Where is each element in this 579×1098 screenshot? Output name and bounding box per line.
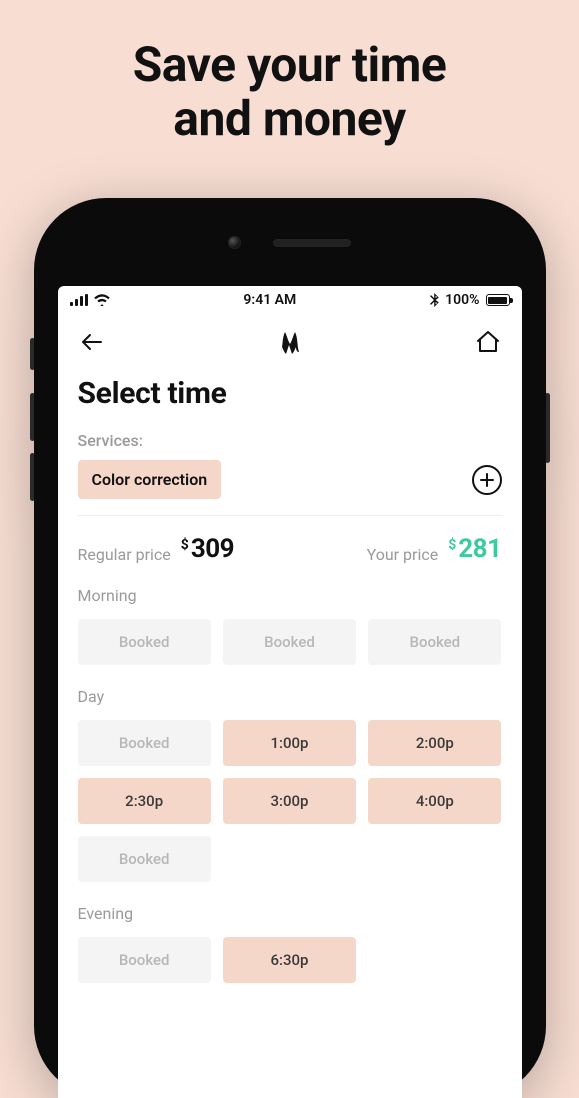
time-slot-booked: Booked [78, 619, 211, 665]
your-price-currency: $ [448, 537, 456, 553]
time-slot[interactable]: 1:00p [223, 720, 356, 766]
evening-section-label: Evening [78, 904, 502, 923]
hero-line2: and money [173, 90, 405, 147]
morning-section-label: Morning [78, 586, 502, 605]
services-label: Services: [78, 431, 502, 450]
hero-headline: Save your time and money [0, 0, 579, 146]
time-slot-booked: Booked [223, 619, 356, 665]
phone-speaker [273, 239, 351, 247]
home-button[interactable] [474, 328, 502, 356]
time-slot-booked: Booked [368, 619, 501, 665]
time-slot-booked: Booked [78, 836, 211, 882]
phone-camera [228, 236, 241, 249]
your-price-value: 281 [458, 534, 501, 564]
time-slot[interactable]: 2:30p [78, 778, 211, 824]
time-slot-booked: Booked [78, 720, 211, 766]
app-logo-icon [275, 327, 305, 357]
time-slot-booked: Booked [78, 937, 211, 983]
time-slot[interactable]: 3:00p [223, 778, 356, 824]
hero-line1: Save your time [133, 36, 446, 93]
back-button[interactable] [78, 328, 106, 356]
day-section-label: Day [78, 687, 502, 706]
time-slot[interactable]: 2:00p [368, 720, 501, 766]
nav-bar [58, 314, 522, 370]
cell-signal-icon [70, 294, 88, 306]
status-bar: 9:41 AM 100% [58, 286, 522, 314]
time-slot[interactable]: 4:00p [368, 778, 501, 824]
time-slot[interactable]: 6:30p [223, 937, 356, 983]
battery-percent: 100% [445, 292, 479, 308]
your-price-label: Your price [367, 545, 439, 564]
phone-frame: 9:41 AM 100% [34, 198, 546, 1098]
regular-price-value: 309 [191, 534, 234, 564]
battery-icon [486, 294, 510, 306]
day-slot-grid: Booked 1:00p 2:00p 2:30p 3:00p 4:00p Booked [78, 720, 502, 882]
evening-slot-grid: Booked 6:30p [78, 937, 502, 983]
price-row: Regular price $ 309 Your price $ 281 [78, 534, 502, 564]
service-chip[interactable]: Color correction [78, 460, 222, 499]
regular-price-label: Regular price [78, 545, 171, 564]
regular-price-currency: $ [181, 537, 189, 553]
morning-slot-grid: Booked Booked Booked [78, 619, 502, 665]
status-time: 9:41 AM [243, 292, 296, 308]
divider [78, 515, 502, 516]
add-service-button[interactable] [472, 465, 502, 495]
app-screen: 9:41 AM 100% [58, 286, 522, 1098]
page-title: Select time [78, 376, 502, 411]
wifi-icon [94, 294, 110, 306]
bluetooth-icon [430, 293, 439, 307]
